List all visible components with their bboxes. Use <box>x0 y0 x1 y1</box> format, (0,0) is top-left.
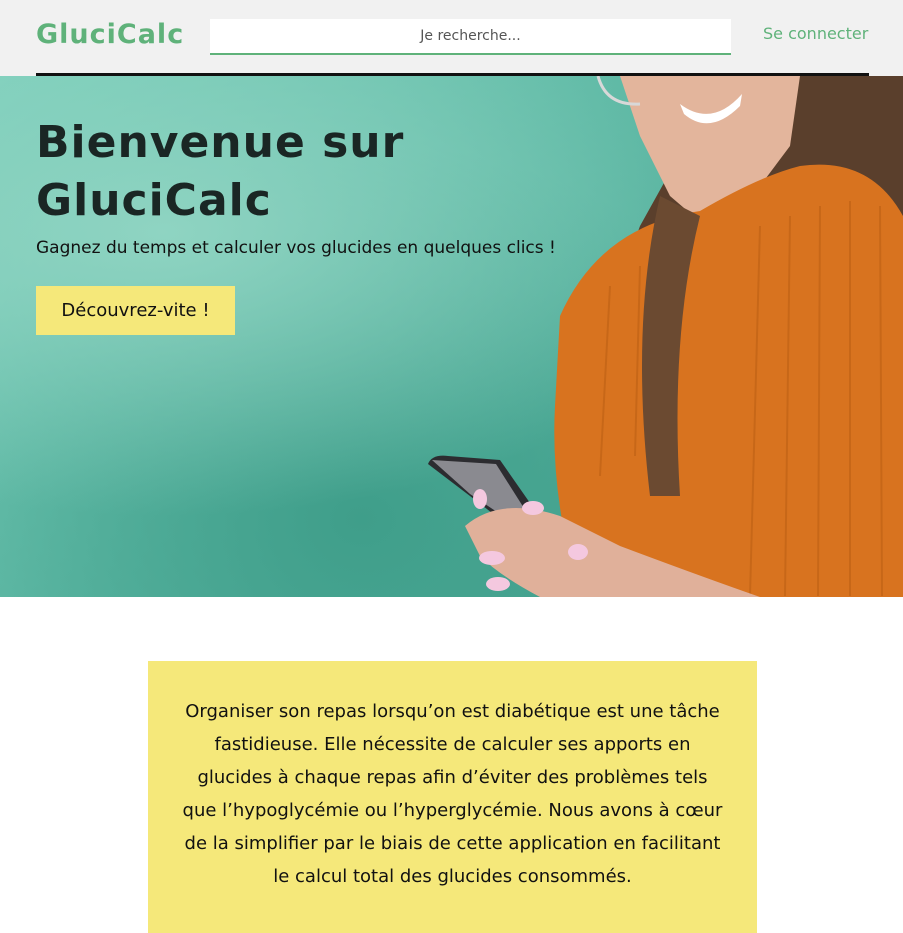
hero-subtitle: Gagnez du temps et calculer vos glucides… <box>36 238 556 258</box>
intro-box: Organiser son repas lorsqu’on est diabét… <box>148 661 757 933</box>
hero-title: Bienvenue sur GluciCalc <box>36 114 516 230</box>
site-logo[interactable]: GluciCalc <box>36 19 184 50</box>
intro-text: Organiser son repas lorsqu’on est diabét… <box>182 701 723 887</box>
login-link[interactable]: Se connecter <box>763 24 868 43</box>
hero-title-line1: Bienvenue sur <box>36 117 405 168</box>
search-input[interactable] <box>210 19 731 55</box>
hero-banner: Bienvenue sur GluciCalc Gagnez du temps … <box>0 76 903 597</box>
hero-title-line2: GluciCalc <box>36 175 272 226</box>
discover-button[interactable]: Découvrez-vite ! <box>36 286 235 335</box>
site-header: GluciCalc Se connecter <box>0 0 903 76</box>
